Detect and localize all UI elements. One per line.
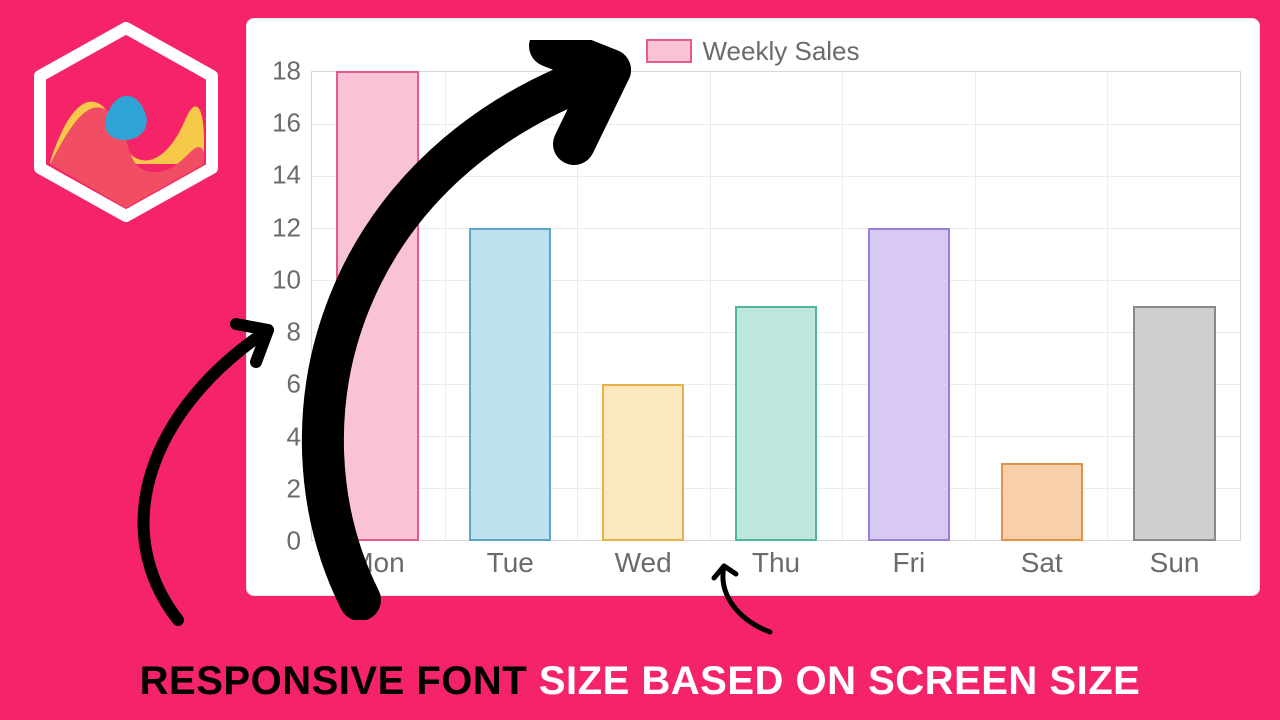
x-axis: Mon Tue Wed Thu Fri Sat Sun [311, 541, 1241, 581]
x-tick-label: Sat [1021, 547, 1063, 579]
caption-part1: RESPONSIVE FONT [140, 659, 539, 703]
x-tick-label: Mon [350, 547, 404, 579]
chartjs-logo-icon [26, 22, 226, 222]
y-tick-label: 8 [287, 317, 301, 348]
chart-card: Weekly Sales 0 2 4 6 8 10 12 14 16 18 Mon Tue Wed Th… [246, 18, 1260, 596]
bar-tue [469, 228, 551, 541]
x-tick-label: Fri [893, 547, 926, 579]
y-tick-label: 12 [272, 212, 301, 243]
chart-plot-area: 024681012141618 [265, 71, 1241, 541]
x-tick-label: Sun [1150, 547, 1200, 579]
y-tick-label: 4 [287, 421, 301, 452]
caption-part2: SIZE BASED ON SCREEN SIZE [539, 659, 1140, 703]
x-tick-label: Wed [615, 547, 672, 579]
y-tick-label: 10 [272, 264, 301, 295]
y-axis: 024681012141618 [265, 71, 307, 541]
x-tick-label: Tue [487, 547, 534, 579]
y-tick-label: 2 [287, 473, 301, 504]
bar-mon [336, 71, 418, 541]
bar-thu [735, 306, 817, 541]
x-tick-label: Thu [752, 547, 800, 579]
y-tick-label: 18 [272, 56, 301, 87]
bar-sat [1001, 463, 1083, 541]
legend-swatch [646, 39, 692, 63]
chart-bars [311, 71, 1241, 541]
chart-legend: Weekly Sales [265, 31, 1241, 71]
bar-fri [868, 228, 950, 541]
y-tick-label: 16 [272, 108, 301, 139]
legend-label: Weekly Sales [702, 36, 859, 67]
bar-sun [1133, 306, 1215, 541]
y-tick-label: 0 [287, 526, 301, 557]
y-tick-label: 14 [272, 160, 301, 191]
bar-wed [602, 384, 684, 541]
caption: RESPONSIVE FONT SIZE BASED ON SCREEN SIZ… [0, 659, 1280, 704]
y-tick-label: 6 [287, 369, 301, 400]
